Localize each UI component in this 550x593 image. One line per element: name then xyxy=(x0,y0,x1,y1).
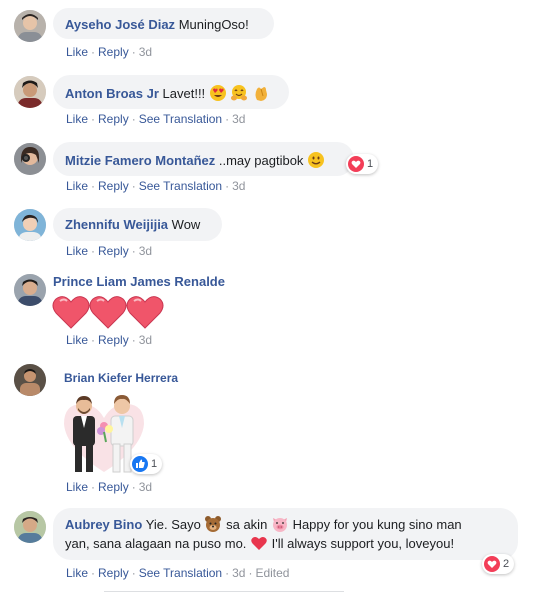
comment-text-part-3: Happy for you kung sino man xyxy=(292,517,462,532)
comment-text: MuningOso! xyxy=(178,17,249,32)
avatar[interactable] xyxy=(14,143,46,175)
separator: · xyxy=(91,179,96,193)
separator: · xyxy=(225,112,230,126)
timestamp[interactable]: 3d xyxy=(232,179,245,193)
bottom-divider xyxy=(104,591,344,592)
heart-eyes-emoji-icon xyxy=(209,85,226,101)
reaction-number: 2 xyxy=(503,558,510,570)
separator: · xyxy=(91,45,96,59)
separator: · xyxy=(131,45,136,59)
reaction-number: 1 xyxy=(367,158,374,170)
separator: · xyxy=(131,244,136,258)
reply-link[interactable]: Reply xyxy=(98,333,129,347)
avatar[interactable] xyxy=(14,364,46,396)
reply-link[interactable]: Reply xyxy=(98,480,129,494)
smiling-face-emoji-icon xyxy=(308,152,325,168)
reaction-number: 1 xyxy=(151,458,158,470)
comment-actions: Like · Reply · See Translation · 3d · Edited xyxy=(66,566,289,580)
see-translation-link[interactable]: See Translation xyxy=(139,179,222,193)
comment-author[interactable]: Zhennifu Weijijia xyxy=(65,217,168,232)
comment-text: Lavet!!! xyxy=(162,86,206,101)
separator: · xyxy=(131,480,136,494)
separator: · xyxy=(131,566,136,580)
comment-author[interactable]: Aubrey Bino xyxy=(65,517,142,532)
bear-face-emoji-icon xyxy=(205,516,222,532)
separator: · xyxy=(131,179,136,193)
comment-bubble: Anton Broas Jr Lavet!!! xyxy=(53,75,289,109)
comment-author[interactable]: Anton Broas Jr xyxy=(65,86,159,101)
heart-icon xyxy=(126,296,164,329)
comment-bubble: Ayseho José Diaz MuningOso! xyxy=(53,8,274,39)
comment-bubble: Mitzie Famero Montañez ..may pagtibok xyxy=(53,142,354,176)
comment-text-part-5: I'll always support you, loveyou! xyxy=(271,536,455,551)
comment-bubble: Aubrey Bino Yie. Sayo sa akin Happy for … xyxy=(53,508,518,560)
comment-author[interactable]: Brian Kiefer Herrera xyxy=(64,371,178,385)
separator: · xyxy=(225,566,230,580)
pig-face-emoji-icon xyxy=(272,518,287,532)
separator: · xyxy=(248,566,253,580)
like-link[interactable]: Like xyxy=(66,566,88,580)
heart-icon xyxy=(348,156,364,172)
timestamp[interactable]: 3d xyxy=(139,244,152,258)
reaction-count[interactable]: 1 xyxy=(346,154,379,174)
hearts-sticker xyxy=(52,292,164,330)
heart-icon xyxy=(52,296,90,329)
separator: · xyxy=(91,480,96,494)
avatar[interactable] xyxy=(14,511,46,543)
like-link[interactable]: Like xyxy=(66,112,88,126)
timestamp[interactable]: 3d xyxy=(139,333,152,347)
thumbs-up-icon xyxy=(132,456,148,472)
separator: · xyxy=(91,333,96,347)
see-translation-link[interactable]: See Translation xyxy=(139,112,222,126)
comment-text: Wow xyxy=(171,217,201,232)
separator: · xyxy=(225,179,230,193)
comment-author[interactable]: Ayseho José Diaz xyxy=(65,17,175,32)
comment-actions: Like · Reply · 3d xyxy=(66,45,152,59)
timestamp[interactable]: 3d xyxy=(139,45,152,59)
timestamp[interactable]: 3d xyxy=(232,566,245,580)
reply-link[interactable]: Reply xyxy=(98,244,129,258)
separator: · xyxy=(131,333,136,347)
reply-link[interactable]: Reply xyxy=(98,566,129,580)
avatar[interactable] xyxy=(14,209,46,241)
red-heart-emoji-icon xyxy=(251,536,267,550)
like-link[interactable]: Like xyxy=(66,333,88,347)
see-translation-link[interactable]: See Translation xyxy=(139,566,222,580)
comment-actions: Like · Reply · 3d xyxy=(66,333,152,347)
heart-icon xyxy=(89,296,127,329)
comment-text-part-4: yan, sana alagaan na puso mo. xyxy=(65,536,247,551)
hugging-face-emoji-icon xyxy=(231,85,248,101)
reaction-count[interactable]: 1 xyxy=(130,454,163,474)
timestamp[interactable]: 3d xyxy=(232,112,245,126)
like-link[interactable]: Like xyxy=(66,45,88,59)
avatar[interactable] xyxy=(14,274,46,306)
separator: · xyxy=(131,112,136,126)
comment-actions: Like · Reply · 3d xyxy=(66,244,152,258)
timestamp[interactable]: 3d xyxy=(139,480,152,494)
comment-text-part-1: Yie. Sayo xyxy=(145,517,201,532)
comment-actions: Like · Reply · See Translation · 3d xyxy=(66,112,245,126)
reply-link[interactable]: Reply xyxy=(98,179,129,193)
reply-link[interactable]: Reply xyxy=(98,112,129,126)
reply-link[interactable]: Reply xyxy=(98,45,129,59)
clapping-hands-emoji-icon xyxy=(255,87,268,101)
comment-text-part-2: sa akin xyxy=(226,517,268,532)
separator: · xyxy=(91,112,96,126)
separator: · xyxy=(91,566,96,580)
heart-icon xyxy=(484,556,500,572)
comment-author[interactable]: Prince Liam James Renalde xyxy=(53,274,225,289)
avatar[interactable] xyxy=(14,76,46,108)
like-link[interactable]: Like xyxy=(66,179,88,193)
like-link[interactable]: Like xyxy=(66,244,88,258)
comment-bubble: Zhennifu Weijijia Wow xyxy=(53,208,222,241)
separator: · xyxy=(91,244,96,258)
comment-actions: Like · Reply · 3d xyxy=(66,480,152,494)
comment-author[interactable]: Mitzie Famero Montañez xyxy=(65,153,215,168)
avatar[interactable] xyxy=(14,10,46,42)
comment-text: ..may pagtibok xyxy=(218,153,304,168)
reaction-count[interactable]: 2 xyxy=(482,554,515,574)
edited-label[interactable]: Edited xyxy=(255,566,289,580)
like-link[interactable]: Like xyxy=(66,480,88,494)
comment-actions: Like · Reply · See Translation · 3d xyxy=(66,179,245,193)
